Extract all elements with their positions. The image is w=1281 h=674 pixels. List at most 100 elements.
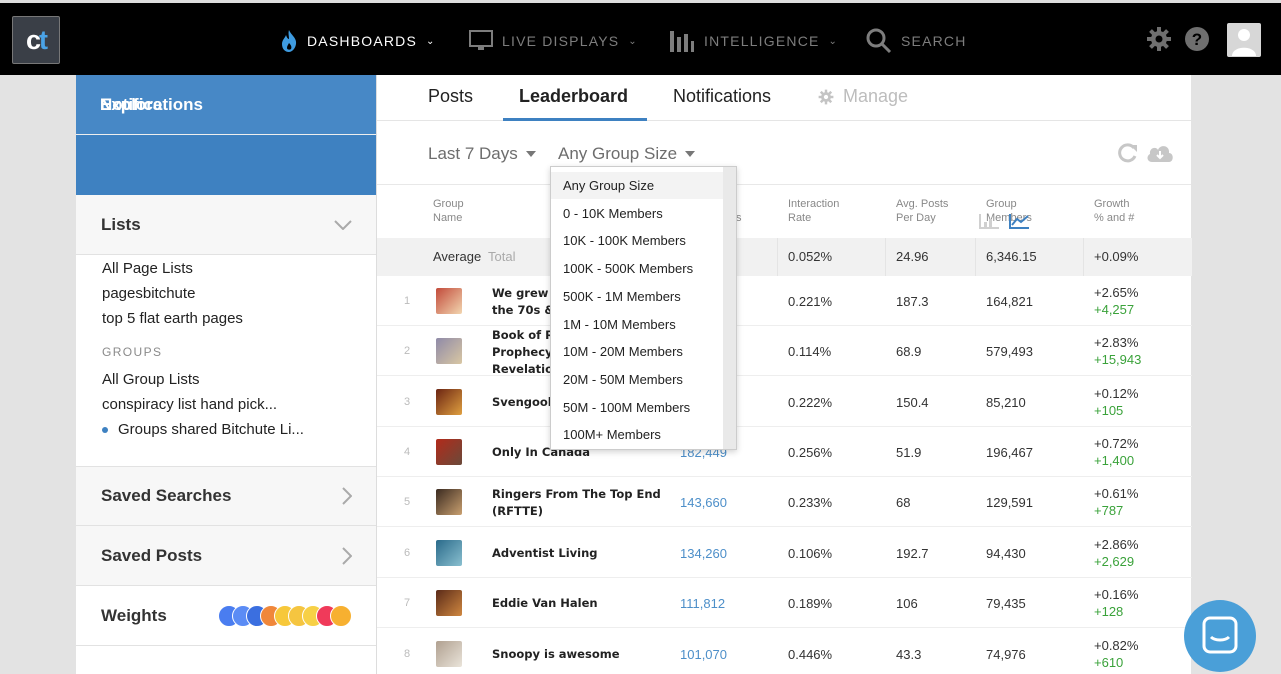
table-row[interactable]: 3 Svengoolie 0.222% 150.4 85,210 +0.12% +105 [377, 377, 1192, 427]
group-thumbnail[interactable] [436, 389, 462, 415]
sidebar-item-saved-posts[interactable]: Saved Posts [76, 526, 376, 586]
growth-percent: +0.16% [1094, 587, 1139, 602]
group-thumbnail[interactable] [436, 288, 462, 314]
tab-manage-label: Manage [843, 86, 909, 106]
group-members-value: 579,493 [986, 344, 1033, 359]
chart-toggle-icon[interactable] [979, 213, 1029, 229]
list-item[interactable]: conspiracy list hand pick... [102, 392, 350, 417]
refresh-icon[interactable] [1117, 143, 1139, 163]
tab-posts[interactable]: Posts [428, 86, 473, 107]
group-size-filter[interactable]: Any Group Size [558, 144, 696, 164]
table-row[interactable]: 6 Adventist Living 134,260 0.106% 192.7 94,43… [377, 528, 1192, 578]
group-thumbnail[interactable] [436, 590, 462, 616]
group-thumbnail[interactable] [436, 338, 462, 364]
table-row[interactable]: 1We grew u the 70s &0.221%187.3164,821+2… [377, 276, 1192, 326]
interactions-value[interactable]: 143,660 [680, 495, 727, 510]
dropdown-option[interactable]: 500K - 1M Members [551, 283, 723, 310]
header-line: Rate [788, 212, 812, 224]
dropdown-option[interactable]: 100M+ Members [551, 421, 723, 448]
table-row[interactable]: 2Book of Re Prophecy Revelation0.114%68.… [377, 326, 1192, 376]
growth-percent: +0.61% [1094, 486, 1139, 501]
table-row[interactable]: 4 Only In Canada 182,449 0.256% 51.9 196,467 +… [377, 427, 1192, 477]
interactions-value[interactable]: 101,070 [680, 647, 727, 662]
list-item[interactable]: All Page Lists [102, 256, 350, 281]
avg-posts-value: 192.7 [896, 546, 929, 561]
dropdown-option[interactable]: 10M - 20M Members [551, 338, 723, 365]
group-name-link[interactable]: Snoopy is awesome [492, 646, 662, 663]
nav-search-label: SEARCH [901, 33, 967, 49]
nav-live-displays[interactable]: LIVE DISPLAYS ⌄ [469, 27, 638, 55]
interaction-rate-value: 0.256% [788, 445, 833, 460]
dropdown-scrollbar[interactable] [723, 167, 736, 449]
group-thumbnail[interactable] [436, 540, 462, 566]
growth-percent: +0.82% [1094, 638, 1139, 653]
dropdown-option[interactable]: 10K - 100K Members [551, 227, 723, 254]
interaction-rate-value: 0.189% [788, 596, 833, 611]
period-filter[interactable]: Last 7 Days [428, 144, 536, 164]
header-line: Interaction [788, 198, 840, 210]
col-interaction-rate[interactable]: Interaction Rate [788, 197, 839, 225]
list-item-selected[interactable]: Groups shared Bitchute Li... [102, 417, 350, 442]
group-name-link[interactable]: Adventist Living [492, 545, 662, 562]
col-avg-posts[interactable]: Avg. Posts Per Day [896, 197, 948, 225]
table-header: Group Name s Interaction Rate Avg. Posts Pe… [377, 186, 1192, 238]
col-growth[interactable]: Growth % and # [1094, 197, 1134, 225]
interactions-value[interactable]: 134,260 [680, 546, 727, 561]
dropdown-option[interactable]: 20M - 50M Members [551, 366, 723, 393]
chevron-right-icon [342, 546, 352, 565]
list-item[interactable]: pagesbitchute [102, 281, 350, 306]
list-item[interactable]: All Group Lists [102, 367, 350, 392]
nav-dashboards[interactable]: DASHBOARDS ⌄ [280, 27, 436, 55]
avg-posts-value: 51.9 [896, 445, 922, 460]
group-members-value: 85,210 [986, 395, 1026, 410]
groups-header: GROUPS [102, 345, 163, 359]
help-icon[interactable]: ? [1184, 26, 1210, 52]
sidebar-item-lists[interactable]: Lists [76, 195, 376, 255]
chevron-down-icon: ⌄ [828, 35, 839, 47]
row-rank: 6 [404, 547, 411, 559]
group-thumbnail[interactable] [436, 489, 462, 515]
avatar[interactable] [1227, 23, 1261, 57]
dropdown-option[interactable]: 50M - 100M Members [551, 394, 723, 421]
sidebar-item-saved-searches[interactable]: Saved Searches [76, 466, 376, 526]
svg-text:?: ? [1192, 30, 1202, 49]
row-rank: 7 [404, 597, 411, 609]
group-members-value: 94,430 [986, 546, 1026, 561]
gear-icon [818, 89, 834, 104]
growth-percent: +2.86% [1094, 537, 1139, 552]
growth-number: +15,943 [1094, 352, 1142, 367]
group-thumbnail[interactable] [436, 439, 462, 465]
gear-icon[interactable] [1146, 26, 1172, 52]
average-total-label[interactable]: Total [488, 249, 515, 264]
group-name-link[interactable]: Eddie Van Halen [492, 595, 662, 612]
growth-number: +1,400 [1094, 453, 1135, 468]
interaction-rate-value: 0.446% [788, 647, 833, 662]
chat-launcher-button[interactable] [1184, 600, 1256, 672]
dropdown-option[interactable]: 100K - 500K Members [551, 255, 723, 282]
col-group-name[interactable]: Group Name [433, 197, 464, 225]
dropdown-option[interactable]: Any Group Size [551, 172, 723, 199]
tab-leaderboard[interactable]: Leaderboard [519, 86, 628, 107]
table-row[interactable]: 7 Eddie Van Halen 111,812 0.189% 106 79,435 +0… [377, 578, 1192, 628]
dropdown-option[interactable]: 0 - 10K Members [551, 200, 723, 227]
sidebar-item-weights[interactable]: Weights [76, 586, 376, 646]
crowdtangle-logo[interactable]: ct [12, 16, 60, 64]
nav-intelligence[interactable]: INTELLIGENCE ⌄ [669, 27, 838, 55]
group-name-link[interactable]: Ringers From The Top End (RFTTE) [492, 486, 662, 520]
cloud-download-icon[interactable] [1145, 143, 1175, 163]
group-thumbnail[interactable] [436, 641, 462, 667]
tab-manage[interactable]: Manage [818, 86, 908, 107]
sidebar-item-label: Saved Searches [101, 486, 232, 505]
dropdown-option[interactable]: 1M - 10M Members [551, 311, 723, 338]
chevron-right-icon [342, 487, 352, 505]
table-row[interactable]: 8 Snoopy is awesome 101,070 0.446% 43.3 74,97… [377, 629, 1192, 674]
tab-notifications[interactable]: Notifications [673, 86, 771, 107]
interactions-value[interactable]: 111,812 [680, 596, 725, 611]
list-item[interactable]: top 5 flat earth pages [102, 306, 350, 331]
average-posts: 24.96 [896, 249, 929, 264]
nav-search[interactable]: SEARCH [866, 27, 967, 55]
sidebar-item-label: Explore [100, 94, 163, 114]
table-row[interactable]: 5 Ringers From The Top End (RFTTE) 143,660… [377, 477, 1192, 527]
header-line: Name [433, 212, 463, 224]
header-line: % and # [1094, 212, 1135, 224]
